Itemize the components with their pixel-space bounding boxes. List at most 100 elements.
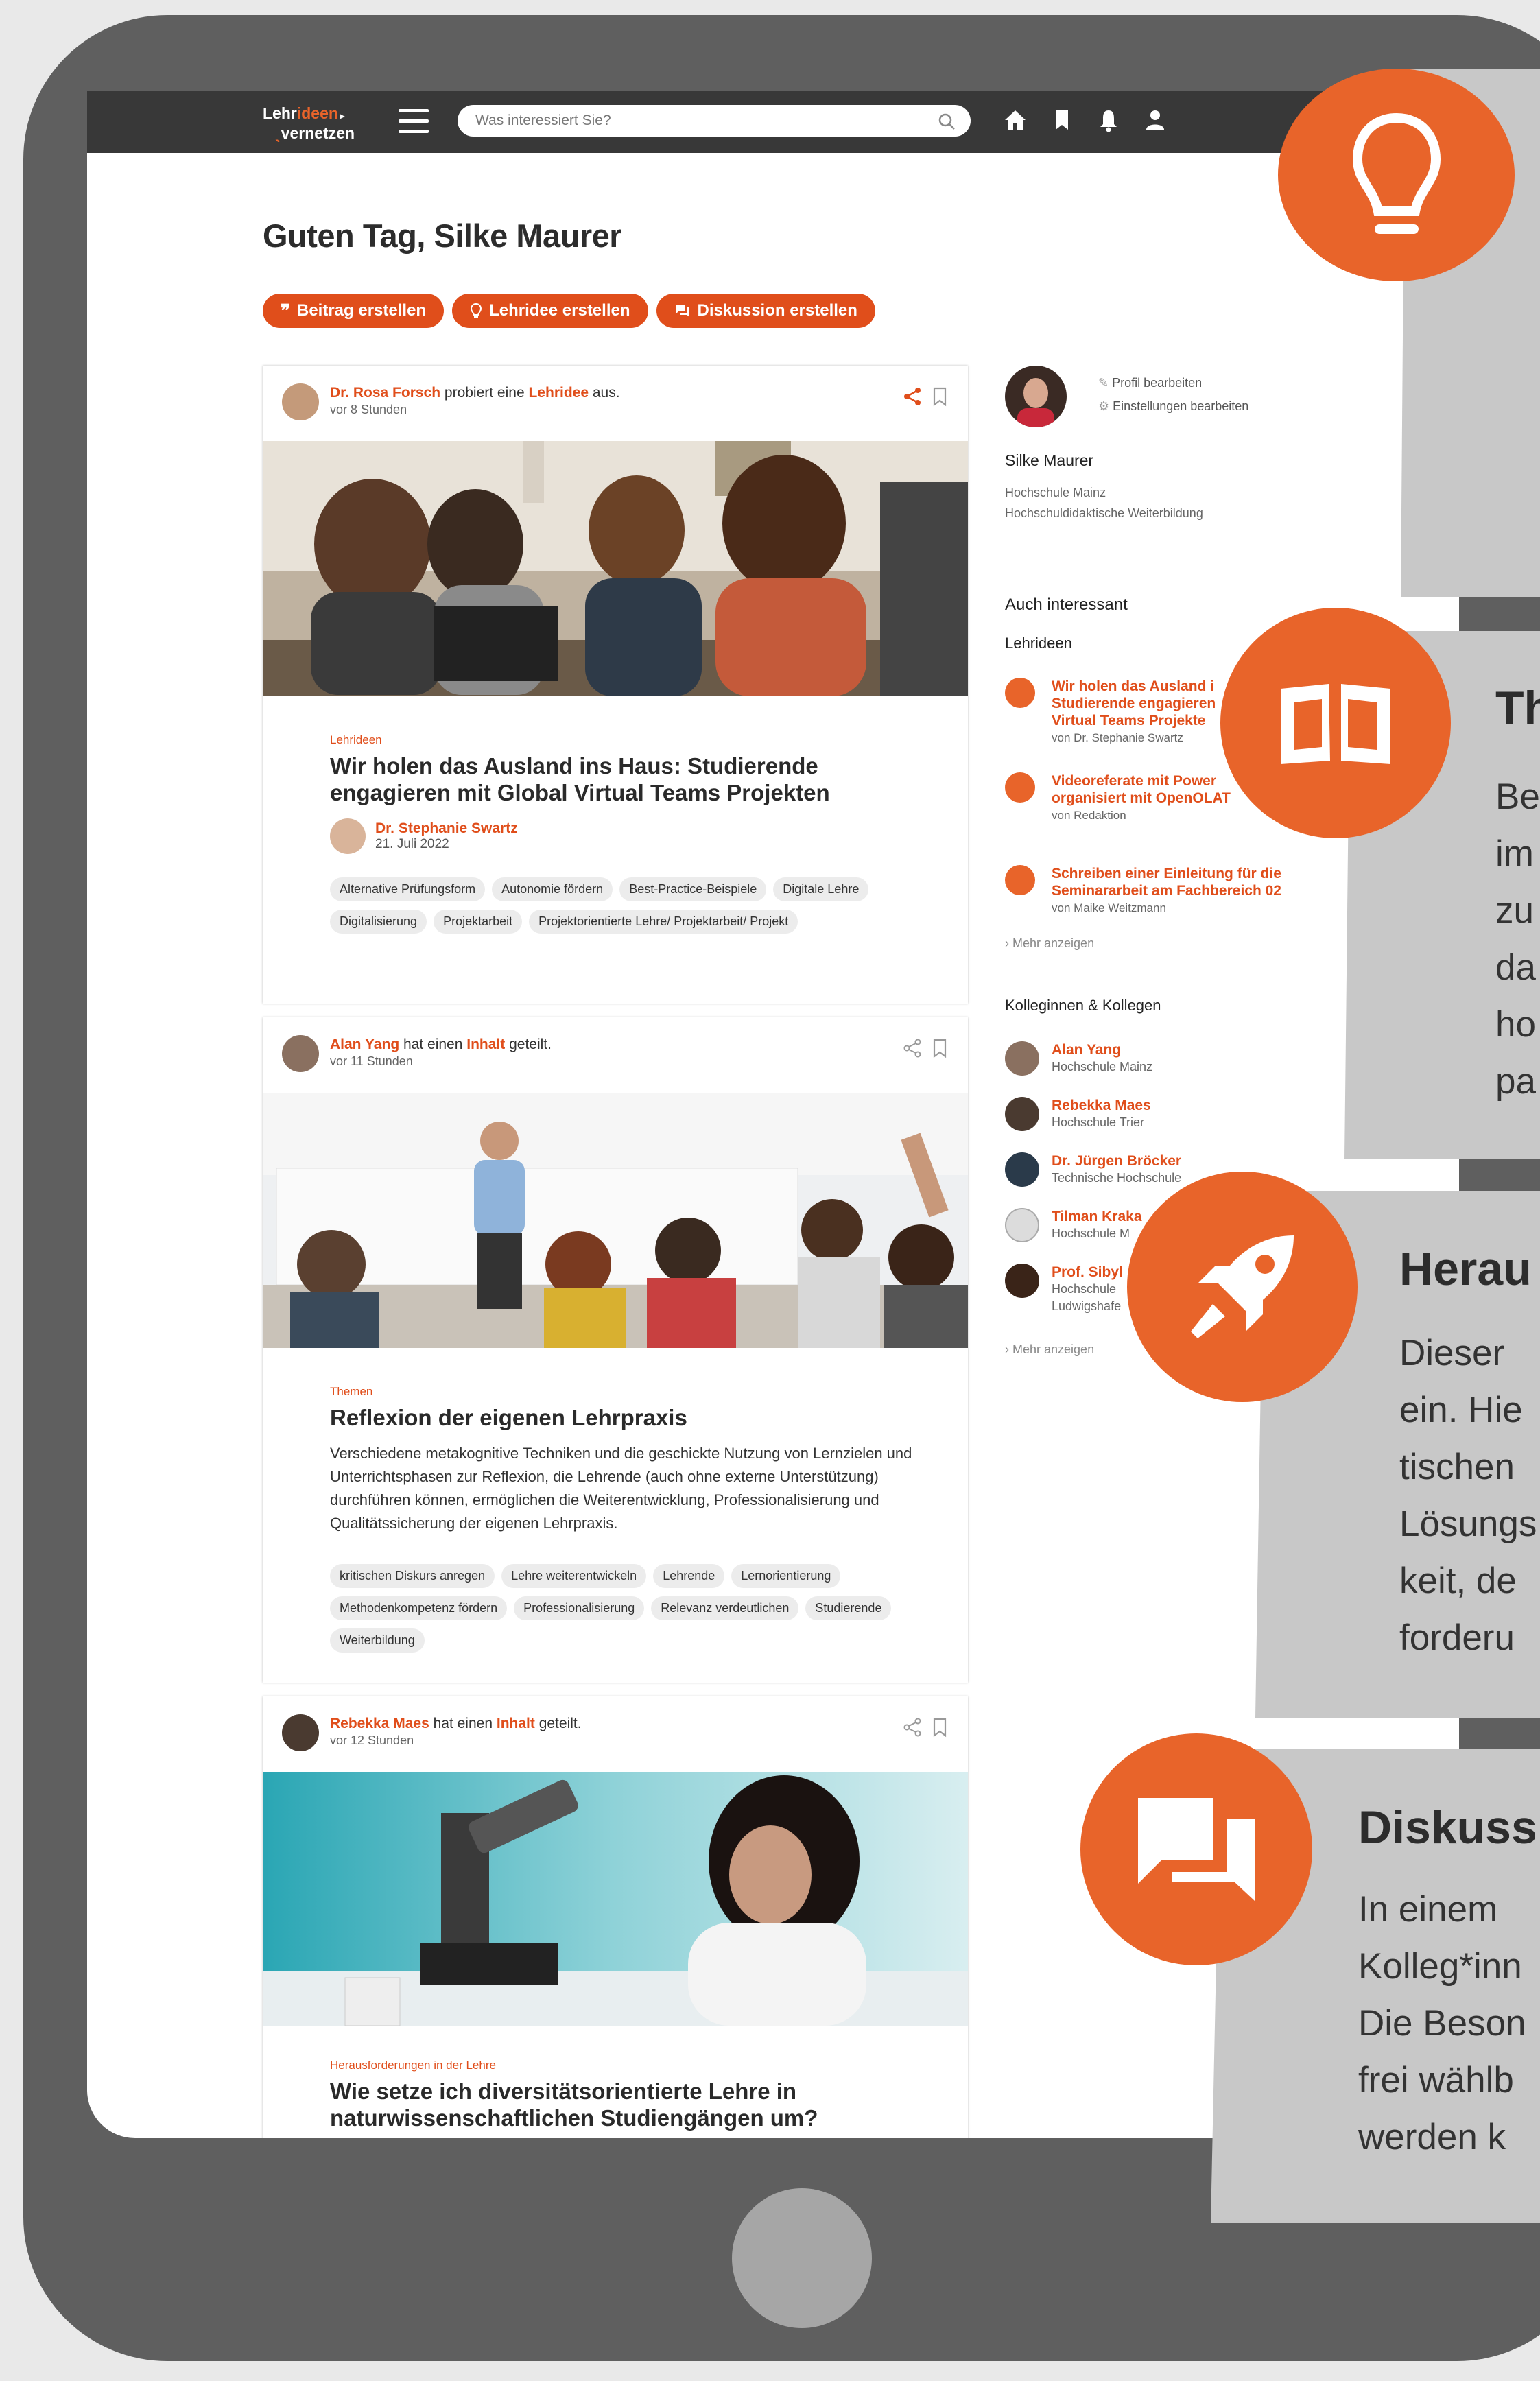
home-icon[interactable] — [1004, 106, 1027, 134]
colleague-item[interactable]: Alan Yang Hochschule Mainz — [1005, 1041, 1320, 1082]
chat-icon — [675, 305, 689, 317]
share-icon[interactable] — [902, 1717, 923, 1738]
card-header: Dr. Rosa Forsch probiert eine Lehridee a… — [263, 366, 968, 441]
create-post-button[interactable]: ❞ Beitrag erstellen — [263, 294, 445, 328]
avatar — [1005, 1097, 1039, 1131]
edit-profile-link[interactable]: ✎ Profil bearbeiten — [1098, 371, 1248, 394]
tag[interactable]: Weiterbildung — [330, 1628, 425, 1653]
tag[interactable]: kritischen Diskurs anregen — [330, 1564, 495, 1588]
tag[interactable]: Methodenkompetenz fördern — [330, 1596, 508, 1620]
panel-connector — [1516, 1718, 1540, 1749]
panel-title: Th — [1495, 682, 1540, 734]
tag[interactable]: Best-Practice-Beispiele — [619, 877, 767, 901]
colleagues-heading: Kolleginnen & Kollegen — [1005, 997, 1161, 1014]
open-book-icon — [1220, 608, 1451, 838]
timestamp: vor 8 Stunden — [330, 403, 407, 416]
panel-connector — [1516, 1159, 1540, 1191]
avatar — [1005, 1152, 1039, 1187]
timestamp: vor 12 Stunden — [330, 1733, 414, 1747]
card-body: Herausforderungen in der Lehre Wie setze… — [330, 2059, 934, 2131]
avatar — [1005, 1264, 1039, 1298]
bookmark-outline-icon[interactable] — [932, 1038, 947, 1058]
post-title[interactable]: Reflexion der eigenen Lehrpraxis — [330, 1404, 934, 1431]
create-discussion-button[interactable]: Diskussion erstellen — [656, 294, 875, 328]
tag[interactable]: Digitale Lehre — [773, 877, 869, 901]
colleague-item[interactable]: Rebekka Maes Hochschule Trier — [1005, 1097, 1320, 1138]
profile-avatar[interactable] — [1005, 366, 1067, 427]
rocket-icon — [1127, 1172, 1358, 1402]
feed-card: Dr. Rosa Forsch probiert eine Lehridee a… — [263, 366, 968, 1004]
tag[interactable]: Digitalisierung — [330, 910, 427, 934]
page: Lehrideen ▸ ˎvernetzen Guten Tag, Silke … — [0, 0, 1540, 2381]
profile-institution: Hochschule Mainz — [1005, 486, 1106, 499]
lightbulb-icon — [1278, 69, 1515, 281]
tag[interactable]: Relevanz verdeutlichen — [651, 1596, 799, 1620]
tag-list: kritischen Diskurs anregen Lehre weitere… — [330, 1564, 934, 1653]
tag[interactable]: Alternative Prüfungsform — [330, 877, 486, 901]
tag[interactable]: Projektarbeit — [434, 910, 523, 934]
tag[interactable]: Lernorientierung — [731, 1564, 841, 1588]
content-type-link[interactable]: Inhalt — [466, 1036, 505, 1052]
bookmark-icon[interactable] — [1050, 106, 1074, 134]
tag[interactable]: Professionalisierung — [514, 1596, 645, 1620]
bookmark-outline-icon[interactable] — [932, 1717, 947, 1738]
create-idea-button[interactable]: Lehridee erstellen — [452, 294, 648, 328]
tag[interactable]: Lehre weiterentwickeln — [501, 1564, 647, 1588]
show-more-link[interactable]: › Mehr anzeigen — [1005, 1342, 1094, 1357]
avatar[interactable] — [282, 383, 319, 420]
feed-card: Rebekka Maes hat einen Inhalt geteilt. v… — [263, 1696, 968, 2138]
avatar — [1005, 1041, 1039, 1076]
show-more-link[interactable]: › Mehr anzeigen — [1005, 936, 1094, 951]
share-icon[interactable] — [902, 386, 923, 407]
author-avatar[interactable] — [330, 818, 366, 854]
byline-author[interactable]: Dr. Stephanie Swartz — [375, 820, 518, 837]
panel-connector — [1516, 598, 1540, 630]
tag[interactable]: Studierende — [805, 1596, 892, 1620]
post-image[interactable] — [263, 1093, 968, 1348]
gear-icon: ⚙ — [1098, 399, 1110, 413]
search-box — [458, 105, 971, 137]
content-type-link[interactable]: Inhalt — [497, 1716, 535, 1731]
tag-list: Alternative Prüfungsform Autonomie förde… — [330, 877, 934, 934]
tag[interactable]: Autonomie fördern — [492, 877, 613, 901]
logo-text-3: vernetzen — [281, 124, 355, 142]
default-avatar-icon — [1005, 1208, 1039, 1242]
sidebar-heading: Auch interessant — [1005, 595, 1128, 614]
post-image[interactable] — [263, 441, 968, 696]
feed-card: Alan Yang hat einen Inhalt geteilt. vor … — [263, 1017, 968, 1683]
author-link[interactable]: Dr. Rosa Forsch — [330, 385, 440, 401]
post-description: Verschiedene metakognitive Techniken und… — [330, 1445, 912, 1532]
avatar[interactable] — [282, 1035, 319, 1072]
search-icon[interactable] — [938, 112, 956, 130]
avatar[interactable] — [282, 1714, 319, 1751]
post-image[interactable] — [263, 1772, 968, 2026]
sidebar-idea-item[interactable]: Schreiben einer Einleitung für die Semina… — [1005, 865, 1320, 927]
menu-icon[interactable] — [399, 109, 429, 134]
action-buttons: ❞ Beitrag erstellen Lehridee erstellen Di… — [263, 294, 875, 328]
home-button[interactable] — [732, 2188, 872, 2328]
content-type-link[interactable]: Lehridee — [528, 385, 589, 401]
post-category: Lehrideen — [330, 733, 382, 746]
panel-title: Herau — [1399, 1243, 1532, 1295]
lightbulb-icon — [1005, 865, 1035, 895]
panel-title: Diskuss — [1358, 1801, 1537, 1853]
profile-name[interactable]: Silke Maurer — [1005, 451, 1093, 470]
post-title[interactable]: Wie setze ich diversitätsorientierte Leh… — [330, 2078, 934, 2131]
tag[interactable]: Projektorientierte Lehre/ Projektarbeit/… — [529, 910, 798, 934]
user-icon[interactable] — [1144, 106, 1167, 134]
share-icon[interactable] — [902, 1038, 923, 1058]
lightbulb-icon — [471, 303, 482, 318]
edit-settings-link[interactable]: ⚙ Einstellungen bearbeiten — [1098, 394, 1248, 418]
author-link[interactable]: Rebekka Maes — [330, 1716, 429, 1731]
post-category: Themen — [330, 1385, 373, 1398]
profile-department: Hochschuldidaktische Weiterbildung — [1005, 506, 1203, 520]
bookmark-outline-icon[interactable] — [932, 386, 947, 407]
tag[interactable]: Lehrende — [653, 1564, 725, 1588]
author-link[interactable]: Alan Yang — [330, 1036, 399, 1052]
logo[interactable]: Lehrideen ▸ ˎvernetzen — [263, 105, 355, 141]
bell-icon[interactable] — [1097, 106, 1120, 134]
timestamp: vor 11 Stunden — [330, 1054, 413, 1068]
card-body: Themen Reflexion der eigenen Lehrpraxis … — [330, 1385, 934, 1653]
post-title[interactable]: Wir holen das Ausland ins Haus: Studiere… — [330, 753, 934, 806]
search-input[interactable] — [475, 105, 921, 137]
